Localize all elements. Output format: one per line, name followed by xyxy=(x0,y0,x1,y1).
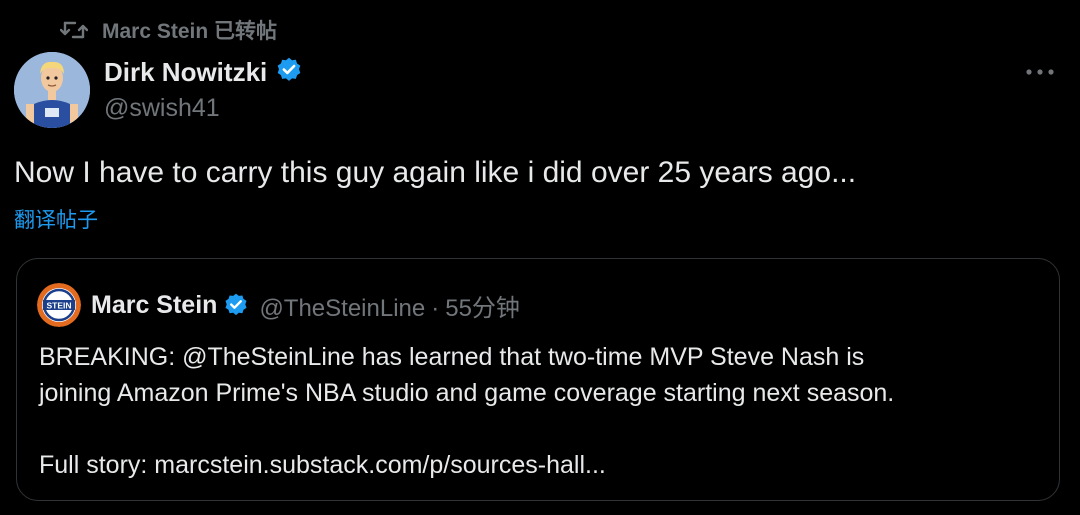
quote-avatar-text: STEIN xyxy=(46,301,71,311)
translate-post-link[interactable]: 翻译帖子 xyxy=(14,204,98,234)
quote-separator: · xyxy=(431,294,440,322)
author-handle[interactable]: @swish41 xyxy=(104,94,303,123)
quote-author-name: Marc Stein xyxy=(91,290,218,319)
repost-indicator[interactable]: Marc Stein 已转帖 xyxy=(60,14,277,46)
tweet-text: Now I have to carry this guy again like … xyxy=(14,156,857,189)
repost-label: Marc Stein 已转帖 xyxy=(102,20,278,43)
quote-meta: @TheSteinLine · 55分钟 xyxy=(259,288,520,323)
quoted-tweet-card[interactable]: STEIN Marc Stein @TheSteinLine · 55分钟 BREA… xyxy=(16,258,1060,501)
repost-icon xyxy=(60,19,88,41)
quote-header: STEIN Marc Stein @TheSteinLine · 55分钟 xyxy=(37,283,520,327)
verified-badge-icon xyxy=(275,56,303,89)
more-options-button[interactable] xyxy=(1020,58,1060,86)
quote-body-line: Full story: marcstein.substack.com/p/sou… xyxy=(39,451,606,479)
quote-body-line: joining Amazon Prime's NBA studio and ga… xyxy=(39,379,895,407)
more-dots-icon xyxy=(1026,69,1054,75)
author-avatar[interactable] xyxy=(14,52,90,128)
author-name[interactable]: Dirk Nowitzki xyxy=(104,57,267,88)
author-block: Dirk Nowitzki @swish41 xyxy=(104,54,303,123)
quote-body-line: BREAKING: @TheSteinLine has learned that… xyxy=(39,343,865,371)
quote-verified-badge-icon xyxy=(223,292,249,318)
quote-body: BREAKING: @TheSteinLine has learned that… xyxy=(39,339,1039,483)
quote-author-handle: @TheSteinLine xyxy=(259,294,426,322)
quote-timestamp[interactable]: 55分钟 xyxy=(445,295,520,322)
quote-avatar[interactable]: STEIN xyxy=(37,283,81,327)
